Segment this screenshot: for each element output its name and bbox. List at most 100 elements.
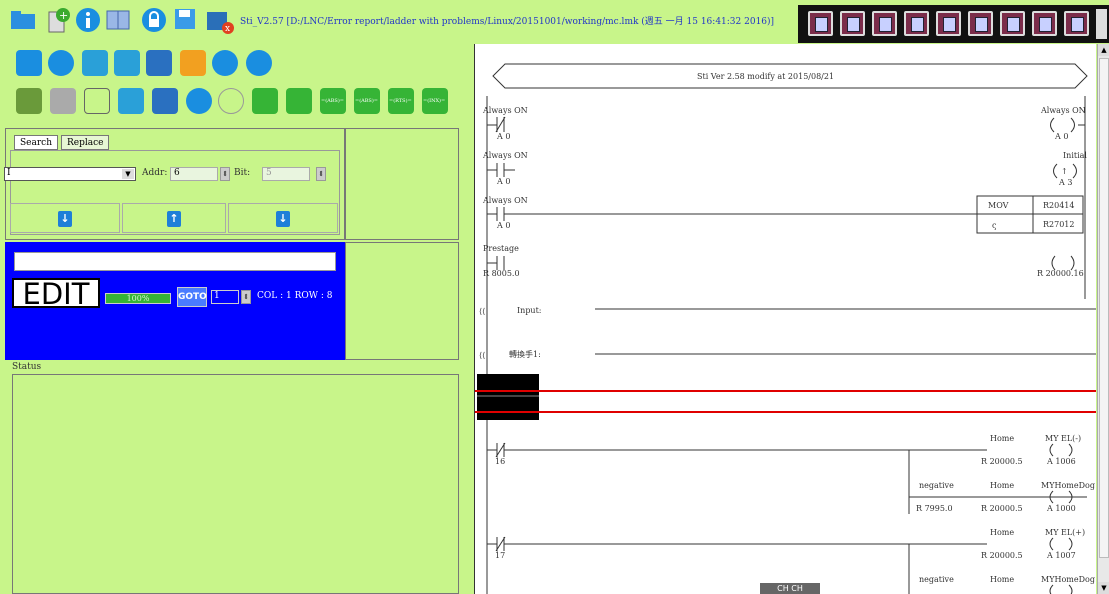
view9-icon[interactable] bbox=[1064, 11, 1089, 36]
svg-text:↑: ↑ bbox=[1061, 167, 1068, 176]
close-file-icon[interactable]: x bbox=[206, 8, 234, 36]
rung-4[interactable]: Prestage R 8005.0 R 20000.16 bbox=[483, 244, 1084, 278]
view6-icon[interactable] bbox=[968, 11, 993, 36]
pencil-icon[interactable] bbox=[212, 50, 238, 76]
toolbar-row-3: =(ABS)= =(ABS)= =(RTS)= =(INX)= bbox=[10, 88, 470, 120]
monitor-icon[interactable] bbox=[48, 50, 74, 76]
cursor-cell[interactable] bbox=[477, 374, 539, 420]
delete-row-icon[interactable] bbox=[118, 88, 144, 114]
view5-icon[interactable] bbox=[936, 11, 961, 36]
eye-icon[interactable] bbox=[146, 50, 172, 76]
svg-text:x: x bbox=[225, 24, 230, 34]
search-down-button[interactable]: ↓ bbox=[10, 203, 120, 233]
window-title: Sti_V2.57 [D:/LNC/Error report/ladder wi… bbox=[240, 17, 775, 27]
paste-icon[interactable] bbox=[50, 88, 76, 114]
view8-icon[interactable] bbox=[1032, 11, 1057, 36]
view7-icon[interactable] bbox=[1000, 11, 1025, 36]
search-up-button[interactable]: ↑ bbox=[122, 203, 226, 233]
input-method-badge[interactable]: CH CH bbox=[760, 583, 820, 594]
rung-4-left-label: Prestage bbox=[483, 244, 519, 253]
rung-2-right-label: Initial bbox=[1063, 151, 1087, 160]
abs2-label: =(ABS)= bbox=[355, 98, 378, 104]
folder-icon[interactable] bbox=[10, 10, 36, 30]
goto-input[interactable]: 1 bbox=[211, 290, 239, 304]
block1-home-addr: R 20000.5 bbox=[981, 457, 1023, 466]
scroll-up-icon[interactable]: ▲ bbox=[1098, 44, 1109, 56]
block2-home2-label: Home bbox=[990, 575, 1014, 584]
arrow-down-icon: ↓ bbox=[276, 211, 290, 227]
import-icon[interactable] bbox=[16, 50, 42, 76]
scroll-down-icon[interactable]: ▼ bbox=[1098, 582, 1109, 594]
goto-button[interactable]: GOTO bbox=[177, 287, 207, 307]
delete-icon[interactable] bbox=[152, 88, 178, 114]
rung-2-left-addr: A 0 bbox=[496, 177, 510, 186]
status-panel bbox=[12, 374, 459, 594]
insert-col-icon[interactable] bbox=[286, 88, 312, 114]
rung-3[interactable]: Always ON A 0 MOV R20414 R27012 ς bbox=[482, 195, 1084, 234]
search-next-button[interactable]: ↓ bbox=[228, 203, 338, 233]
copy-icon[interactable] bbox=[16, 88, 42, 114]
selected-row-highlight bbox=[475, 390, 1096, 413]
rung-3-left-label: Always ON bbox=[482, 196, 528, 205]
lock-icon[interactable] bbox=[140, 6, 168, 34]
tab-replace[interactable]: Replace bbox=[61, 135, 110, 150]
rung-2[interactable]: Always ON A 0 Initial ↑ A 3 bbox=[482, 151, 1087, 187]
mov-operand-a: R20414 bbox=[1043, 201, 1074, 210]
rung-2-left-label: Always ON bbox=[482, 151, 528, 160]
bit-value: 5 bbox=[266, 168, 272, 178]
view3-icon[interactable] bbox=[872, 11, 897, 36]
block2-neg-label: negative bbox=[919, 575, 954, 584]
bit-stepper[interactable]: ⇕ bbox=[316, 167, 326, 181]
rung-3-left-addr: A 0 bbox=[496, 221, 510, 230]
view2-icon[interactable] bbox=[840, 11, 865, 36]
addr-value: 6 bbox=[174, 168, 180, 178]
arrow-down-icon: ↓ bbox=[58, 211, 72, 227]
bit-input[interactable]: 5 bbox=[262, 167, 310, 181]
abs-icon[interactable]: =(ABS)= bbox=[320, 88, 346, 114]
chevron-down-icon[interactable]: ▼ bbox=[122, 169, 134, 179]
progress-bar: 100% bbox=[105, 293, 171, 304]
insert-row-icon[interactable] bbox=[252, 88, 278, 114]
rts-icon[interactable]: =(RTS)= bbox=[388, 88, 414, 114]
ladder-diagram: Sti Ver 2.58 modify at 2015/08/21 Always… bbox=[475, 63, 1096, 594]
addr-label: Addr: bbox=[142, 168, 168, 178]
save-icon[interactable] bbox=[174, 8, 196, 30]
view4-icon[interactable] bbox=[904, 11, 929, 36]
block2-home-addr: R 20000.5 bbox=[981, 551, 1023, 560]
info-icon[interactable] bbox=[74, 6, 102, 34]
block2-out2-label: MYHomeDog bbox=[1041, 575, 1095, 584]
rung-1[interactable]: Always ON A 0 Always ON A 0 bbox=[482, 106, 1086, 141]
tab-search[interactable]: Search bbox=[14, 135, 58, 150]
panel-toggle-icon[interactable] bbox=[1096, 9, 1107, 39]
ladder-scrollbar[interactable]: ▲ ▼ bbox=[1097, 44, 1109, 594]
comment-handwheel[interactable]: ⟨⟨ 轉換手1: bbox=[479, 349, 1096, 360]
cut-icon[interactable] bbox=[84, 88, 110, 114]
goto-stepper[interactable]: ⇕ bbox=[241, 290, 251, 304]
home-block-1[interactable]: 16 Home R 20000.5 MY EL(-) A 1006 negati… bbox=[487, 434, 1095, 514]
redo-icon[interactable] bbox=[218, 88, 244, 114]
notes-icon[interactable] bbox=[82, 50, 108, 76]
undo-icon[interactable] bbox=[186, 88, 212, 114]
arrow-up-icon: ↑ bbox=[167, 211, 181, 227]
ladder-editor[interactable]: Sti Ver 2.58 modify at 2015/08/21 Always… bbox=[474, 44, 1096, 594]
rung-1-left-addr: A 0 bbox=[496, 132, 510, 141]
addr-stepper[interactable]: ⇕ bbox=[220, 167, 230, 181]
padlock-icon[interactable] bbox=[246, 50, 272, 76]
rung-1-left-label: Always ON bbox=[482, 106, 528, 115]
book-icon[interactable] bbox=[104, 6, 132, 34]
inx-icon[interactable]: =(INX)= bbox=[422, 88, 448, 114]
rung-1-right-label: Always ON bbox=[1040, 106, 1086, 115]
scroll-thumb[interactable] bbox=[1099, 58, 1109, 558]
block2-home-label: Home bbox=[990, 528, 1014, 537]
abs2-icon[interactable]: =(ABS)= bbox=[354, 88, 380, 114]
list-icon[interactable] bbox=[114, 50, 140, 76]
network-icon[interactable] bbox=[180, 50, 206, 76]
addr-input[interactable]: 6 bbox=[170, 167, 218, 181]
search-type-select[interactable]: I ▼ bbox=[4, 167, 136, 181]
bit-label: Bit: bbox=[234, 168, 251, 178]
svg-text:+: + bbox=[59, 9, 68, 22]
comment-input[interactable]: ⟨⟨ Input: bbox=[479, 306, 1096, 316]
view1-icon[interactable] bbox=[808, 11, 833, 36]
command-input[interactable] bbox=[14, 252, 336, 271]
new-file-icon[interactable]: + bbox=[44, 6, 72, 34]
